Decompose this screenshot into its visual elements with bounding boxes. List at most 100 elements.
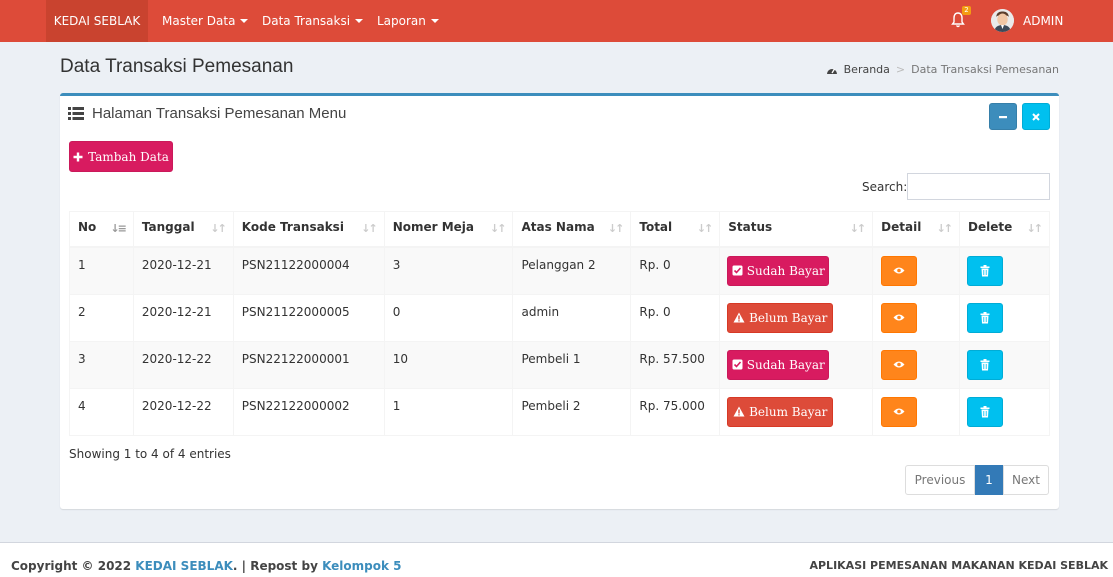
cell-no: 1	[69, 246, 134, 295]
eye-icon	[893, 314, 905, 321]
sort-icon: ↓↑	[210, 222, 227, 235]
column-header-delete[interactable]: Delete ↓↑	[959, 211, 1050, 248]
warning-icon	[733, 406, 745, 417]
status-unpaid-button[interactable]: Belum Bayar	[727, 302, 834, 333]
plus-icon	[73, 152, 83, 161]
cell-tanggal: 2020-12-22	[132, 340, 234, 389]
footer-brand-link[interactable]: KEDAI SEBLAK	[135, 559, 233, 573]
cell-detail	[872, 340, 961, 389]
column-header-no[interactable]: No ↓≡	[69, 211, 134, 248]
column-label: No	[78, 220, 97, 234]
check-square-icon	[732, 265, 743, 276]
transactions-table: No ↓≡ Tanggal ↓↑ Kode Transaksi ↓↑ Nomer Me…	[69, 211, 1050, 436]
table-row: 4 2020-12-22 PSN22122000002 1 Pembeli 2 …	[69, 387, 1050, 436]
cell-meja: 1	[383, 387, 514, 436]
remove-button[interactable]	[1022, 103, 1050, 130]
status-unpaid-button[interactable]: Belum Bayar	[727, 396, 834, 427]
column-header-status[interactable]: Status ↓↑	[719, 211, 874, 248]
add-data-button[interactable]: Tambah Data	[69, 141, 173, 172]
table-row: 3 2020-12-22 PSN22122000001 10 Pembeli 1…	[69, 340, 1050, 389]
chevron-down-icon	[430, 19, 439, 23]
menu-laporan[interactable]: Laporan	[377, 0, 439, 42]
status-paid-button[interactable]: Sudah Bayar	[727, 255, 830, 286]
detail-button[interactable]	[881, 302, 918, 333]
menu-laporan-label: Laporan	[377, 14, 426, 28]
cell-kode: PSN21122000004	[232, 246, 385, 295]
page-1-button[interactable]: 1	[975, 465, 1003, 495]
sort-icon: ↓↑	[490, 222, 507, 235]
menu-master-data-label: Master Data	[162, 14, 236, 28]
column-header-detail[interactable]: Detail ↓↑	[872, 211, 961, 248]
breadcrumb-home[interactable]: Beranda	[844, 63, 890, 76]
list-icon	[68, 107, 84, 120]
cell-status: Belum Bayar	[719, 293, 874, 342]
column-header-nama[interactable]: Atas Nama ↓↑	[512, 211, 632, 248]
dashboard-icon	[826, 68, 837, 74]
box-title: Halaman Transaksi Pemesanan Menu	[68, 105, 346, 122]
cell-meja: 3	[383, 246, 514, 295]
cell-no: 2	[69, 293, 134, 342]
status-label: Belum Bayar	[749, 310, 828, 325]
breadcrumb-separator: >	[895, 63, 906, 76]
eye-icon	[893, 408, 905, 415]
breadcrumb: Beranda > Data Transaksi Pemesanan	[826, 63, 1059, 76]
cell-nama: admin	[512, 293, 632, 342]
brand-logo[interactable]: KEDAI SEBLAK	[46, 0, 148, 42]
table-header-row: No ↓≡ Tanggal ↓↑ Kode Transaksi ↓↑ Nomer Me…	[69, 211, 1050, 248]
column-header-tanggal[interactable]: Tanggal ↓↑	[132, 211, 234, 248]
column-header-meja[interactable]: Nomer Meja ↓↑	[383, 211, 514, 248]
pagination: Previous 1 Next	[905, 465, 1049, 495]
sort-icon: ↓↑	[849, 222, 867, 235]
column-header-kode[interactable]: Kode Transaksi ↓↑	[232, 211, 385, 248]
cell-kode: PSN21122000005	[232, 293, 385, 342]
cell-detail	[872, 387, 961, 436]
chevron-down-icon	[240, 19, 249, 23]
table-row: 2 2020-12-21 PSN21122000005 0 admin Rp. …	[69, 293, 1050, 342]
repost-text: . | Repost by	[232, 559, 323, 573]
collapse-button[interactable]	[989, 103, 1017, 130]
delete-button[interactable]	[967, 302, 1004, 333]
cell-nama: Pelanggan 2	[512, 246, 632, 295]
detail-button[interactable]	[881, 349, 918, 380]
search-label: Search:	[862, 180, 908, 194]
cell-tanggal: 2020-12-21	[132, 246, 234, 295]
sort-icon: ↓↑	[361, 222, 378, 235]
previous-page-button[interactable]: Previous	[905, 465, 975, 495]
trash-icon	[980, 264, 990, 276]
column-header-total[interactable]: Total ↓↑	[630, 211, 721, 248]
box-title-text: Halaman Transaksi Pemesanan Menu	[92, 105, 347, 122]
column-label: Detail	[881, 220, 922, 234]
column-label: Nomer Meja	[392, 220, 475, 234]
menu-data-transaksi[interactable]: Data Transaksi	[262, 0, 364, 42]
delete-button[interactable]	[967, 255, 1004, 286]
next-page-button[interactable]: Next	[1003, 465, 1049, 495]
status-label: Sudah Bayar	[746, 357, 825, 372]
cell-tanggal: 2020-12-21	[132, 293, 234, 342]
delete-button[interactable]	[967, 349, 1004, 380]
sort-icon: ↓↑	[1026, 222, 1044, 235]
cell-status: Belum Bayar	[719, 387, 874, 436]
breadcrumb-current: Data Transaksi Pemesanan	[911, 63, 1059, 76]
user-name[interactable]: ADMIN	[1023, 0, 1063, 42]
sort-icon: ↓↑	[936, 222, 954, 235]
sort-icon: ↓↑	[607, 222, 625, 235]
status-label: Sudah Bayar	[746, 263, 825, 278]
avatar[interactable]	[991, 9, 1014, 32]
detail-button[interactable]	[881, 255, 918, 286]
warning-icon	[733, 312, 745, 323]
delete-button[interactable]	[967, 396, 1004, 427]
transaction-box: Halaman Transaksi Pemesanan Menu Tambah …	[60, 93, 1059, 509]
cell-delete	[959, 387, 1050, 436]
footer-copyright: Copyright © 2022 KEDAI SEBLAK. | Repost …	[11, 559, 402, 573]
trash-icon	[980, 311, 990, 323]
detail-button[interactable]	[881, 396, 918, 427]
cell-delete	[959, 246, 1050, 295]
search-input[interactable]	[907, 173, 1050, 200]
column-label: Atas Nama	[521, 220, 595, 234]
table-row: 1 2020-12-21 PSN21122000004 3 Pelanggan …	[69, 246, 1050, 295]
footer-team-link[interactable]: Kelompok 5	[322, 559, 401, 573]
sort-icon: ↓↑	[696, 222, 714, 235]
menu-master-data[interactable]: Master Data	[162, 0, 249, 42]
status-paid-button[interactable]: Sudah Bayar	[727, 349, 830, 380]
column-label: Total	[639, 220, 673, 234]
